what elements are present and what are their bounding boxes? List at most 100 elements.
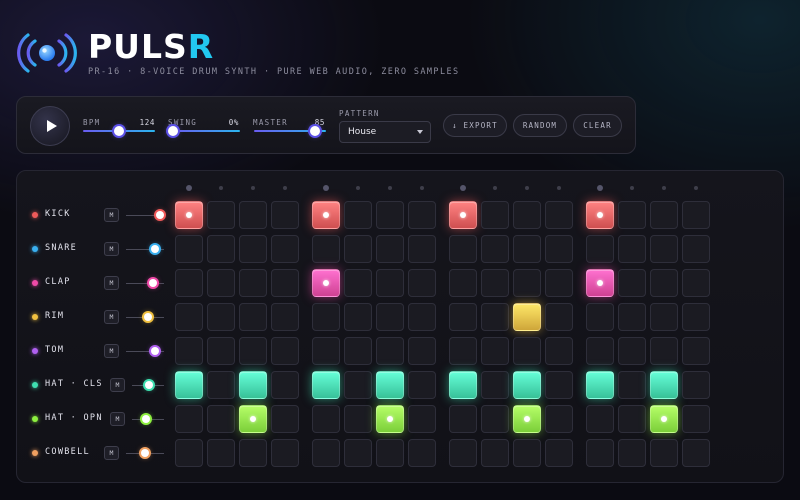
play-button[interactable] <box>30 106 70 146</box>
step-cell-clap[interactable] <box>586 269 614 297</box>
step-cell-rim[interactable] <box>344 303 372 331</box>
volume-thumb[interactable] <box>144 381 153 389</box>
step-cell-cowbell[interactable] <box>618 439 646 467</box>
step-cell-cowbell[interactable] <box>481 439 509 467</box>
step-cell-clap[interactable] <box>271 269 299 297</box>
step-cell-cowbell[interactable] <box>650 439 678 467</box>
step-cell-hat-opn[interactable] <box>586 405 614 433</box>
volume-thumb[interactable] <box>156 211 165 219</box>
step-cell-cowbell[interactable] <box>449 439 477 467</box>
step-cell-snare[interactable] <box>618 235 646 263</box>
step-cell-tom[interactable] <box>481 337 509 365</box>
clear-button[interactable]: CLEAR <box>573 114 622 137</box>
step-cell-rim[interactable] <box>481 303 509 331</box>
volume-slider-rim[interactable] <box>126 313 164 321</box>
step-cell-hat-opn[interactable] <box>513 405 541 433</box>
step-cell-snare[interactable] <box>650 235 678 263</box>
step-cell-snare[interactable] <box>513 235 541 263</box>
step-cell-cowbell[interactable] <box>513 439 541 467</box>
step-cell-kick[interactable] <box>312 201 340 229</box>
mute-button-hat-cls[interactable]: M <box>110 378 125 392</box>
step-cell-cowbell[interactable] <box>408 439 436 467</box>
step-cell-hat-opn[interactable] <box>408 405 436 433</box>
step-cell-tom[interactable] <box>344 337 372 365</box>
master-slider-thumb[interactable] <box>310 126 321 136</box>
step-cell-rim[interactable] <box>408 303 436 331</box>
bpm-slider-thumb[interactable] <box>114 126 124 136</box>
step-cell-clap[interactable] <box>408 269 436 297</box>
step-cell-cowbell[interactable] <box>545 439 573 467</box>
step-cell-cowbell[interactable] <box>376 439 404 467</box>
step-cell-clap[interactable] <box>175 269 203 297</box>
step-cell-tom[interactable] <box>207 337 235 365</box>
step-cell-rim[interactable] <box>513 303 541 331</box>
step-cell-snare[interactable] <box>271 235 299 263</box>
step-cell-hat-opn[interactable] <box>682 405 710 433</box>
step-cell-clap[interactable] <box>376 269 404 297</box>
master-slider[interactable] <box>254 126 326 136</box>
step-cell-snare[interactable] <box>175 235 203 263</box>
mute-button-rim[interactable]: M <box>104 310 119 324</box>
step-cell-hat-opn[interactable] <box>312 405 340 433</box>
step-cell-cowbell[interactable] <box>312 439 340 467</box>
step-cell-kick[interactable] <box>175 201 203 229</box>
step-cell-snare[interactable] <box>239 235 267 263</box>
step-cell-hat-cls[interactable] <box>408 371 436 399</box>
volume-thumb[interactable] <box>141 449 149 457</box>
step-cell-hat-cls[interactable] <box>545 371 573 399</box>
volume-thumb[interactable] <box>144 313 153 321</box>
mute-button-hat-opn[interactable]: M <box>110 412 125 426</box>
step-cell-kick[interactable] <box>449 201 477 229</box>
step-cell-hat-opn[interactable] <box>207 405 235 433</box>
step-cell-hat-cls[interactable] <box>481 371 509 399</box>
step-cell-rim[interactable] <box>175 303 203 331</box>
step-cell-hat-cls[interactable] <box>207 371 235 399</box>
step-cell-rim[interactable] <box>545 303 573 331</box>
step-cell-snare[interactable] <box>586 235 614 263</box>
step-cell-kick[interactable] <box>481 201 509 229</box>
step-cell-hat-cls[interactable] <box>239 371 267 399</box>
step-cell-snare[interactable] <box>481 235 509 263</box>
step-cell-cowbell[interactable] <box>344 439 372 467</box>
step-cell-clap[interactable] <box>618 269 646 297</box>
step-cell-cowbell[interactable] <box>175 439 203 467</box>
step-cell-clap[interactable] <box>344 269 372 297</box>
volume-thumb[interactable] <box>149 279 158 287</box>
step-cell-rim[interactable] <box>618 303 646 331</box>
step-cell-kick[interactable] <box>408 201 436 229</box>
volume-slider-cowbell[interactable] <box>126 449 164 457</box>
export-button[interactable]: ↓ EXPORT <box>443 114 507 137</box>
step-cell-hat-opn[interactable] <box>239 405 267 433</box>
volume-slider-snare[interactable] <box>126 245 164 253</box>
step-cell-hat-cls[interactable] <box>344 371 372 399</box>
step-cell-tom[interactable] <box>408 337 436 365</box>
step-cell-hat-cls[interactable] <box>513 371 541 399</box>
step-cell-tom[interactable] <box>682 337 710 365</box>
step-cell-tom[interactable] <box>175 337 203 365</box>
step-cell-rim[interactable] <box>449 303 477 331</box>
step-cell-tom[interactable] <box>312 337 340 365</box>
step-cell-cowbell[interactable] <box>239 439 267 467</box>
step-cell-tom[interactable] <box>650 337 678 365</box>
volume-thumb[interactable] <box>142 415 151 423</box>
step-cell-kick[interactable] <box>513 201 541 229</box>
step-cell-cowbell[interactable] <box>682 439 710 467</box>
step-cell-cowbell[interactable] <box>271 439 299 467</box>
step-cell-hat-cls[interactable] <box>682 371 710 399</box>
step-cell-kick[interactable] <box>650 201 678 229</box>
step-cell-hat-opn[interactable] <box>344 405 372 433</box>
step-cell-hat-cls[interactable] <box>650 371 678 399</box>
step-cell-snare[interactable] <box>344 235 372 263</box>
step-cell-clap[interactable] <box>545 269 573 297</box>
step-cell-kick[interactable] <box>376 201 404 229</box>
step-cell-hat-opn[interactable] <box>545 405 573 433</box>
swing-slider-thumb[interactable] <box>168 126 178 136</box>
step-cell-rim[interactable] <box>682 303 710 331</box>
step-cell-hat-cls[interactable] <box>175 371 203 399</box>
step-cell-tom[interactable] <box>449 337 477 365</box>
step-cell-tom[interactable] <box>271 337 299 365</box>
step-cell-snare[interactable] <box>449 235 477 263</box>
step-cell-hat-opn[interactable] <box>618 405 646 433</box>
volume-slider-clap[interactable] <box>126 279 164 287</box>
mute-button-snare[interactable]: M <box>104 242 119 256</box>
